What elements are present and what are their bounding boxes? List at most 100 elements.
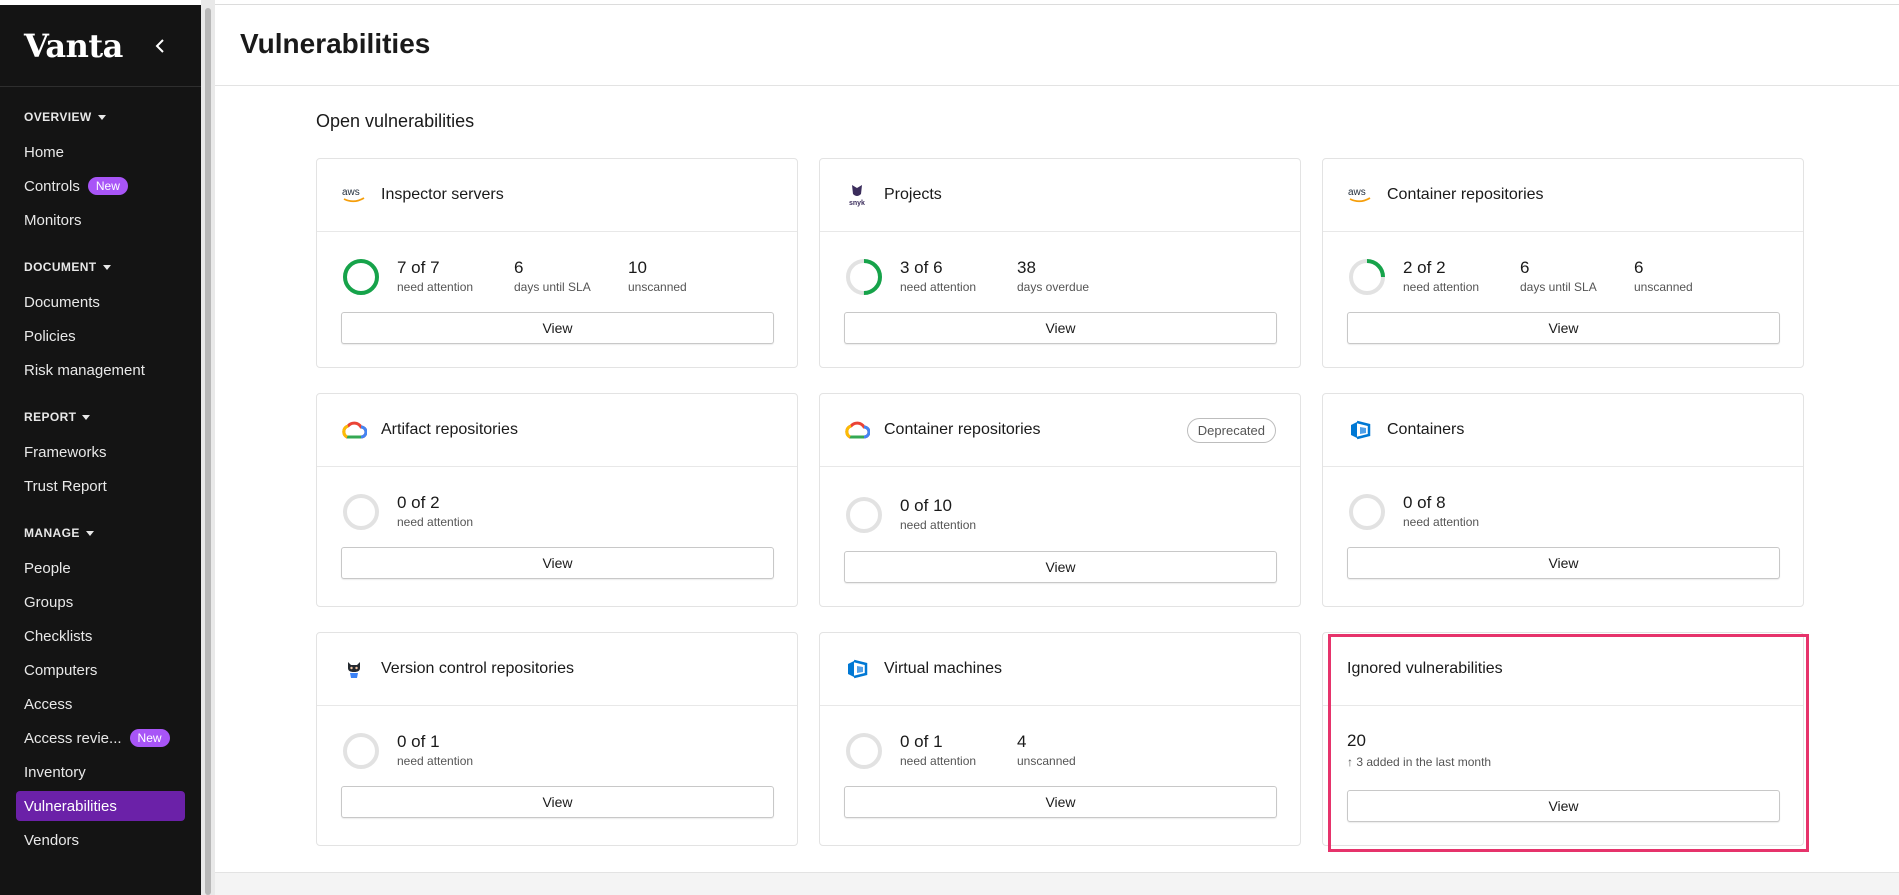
card-title: Containers: [1387, 421, 1465, 438]
sidebar: Vanta OVERVIEW Home Controls New Monitors…: [0, 5, 201, 895]
sidebar-item-monitors[interactable]: Monitors: [16, 205, 185, 235]
view-button[interactable]: View: [341, 786, 774, 818]
stat-label: need attention: [1403, 280, 1480, 294]
sidebar-item-documents[interactable]: Documents: [16, 287, 185, 317]
view-button[interactable]: View: [844, 312, 1277, 344]
stat-label: need attention: [900, 754, 977, 768]
stat-label: days until SLA: [1520, 280, 1597, 294]
sidebar-item-label: Computers: [24, 661, 98, 679]
section-manage[interactable]: MANAGE: [24, 526, 94, 540]
new-badge: New: [129, 729, 170, 747]
view-button[interactable]: View: [341, 547, 774, 579]
card-title: Container repositories: [1387, 186, 1544, 203]
sidebar-item-label: Groups: [24, 593, 74, 611]
sidebar-item-home[interactable]: Home: [16, 137, 185, 167]
stat-trend: ↑ 3 added in the last month: [1347, 755, 1491, 769]
view-button[interactable]: View: [844, 786, 1277, 818]
card-gcp-container-repositories: Container repositories Deprecated 0 of 1…: [819, 393, 1301, 607]
sidebar-item-label: Risk management: [24, 361, 145, 379]
card-header: Version control repositories: [317, 633, 797, 706]
card-ignored-vulnerabilities: Ignored vulnerabilities 20 ↑ 3 added in …: [1322, 632, 1804, 846]
sidebar-item-people[interactable]: People: [16, 553, 185, 583]
aws-logo-icon: aws: [341, 182, 367, 208]
vanta-logo[interactable]: Vanta: [24, 27, 123, 65]
view-button[interactable]: View: [1347, 547, 1780, 579]
card-title: Inspector servers: [381, 186, 504, 203]
stat-value: 0 of 10: [900, 496, 952, 515]
section-overview[interactable]: OVERVIEW: [24, 110, 106, 124]
azure-logo-icon: [1347, 417, 1373, 443]
sidebar-divider: [0, 86, 201, 87]
sidebar-item-frameworks[interactable]: Frameworks: [16, 437, 185, 467]
view-button[interactable]: View: [1347, 790, 1780, 822]
card-header: aws Inspector servers: [317, 159, 797, 232]
ring-progress: [343, 259, 379, 295]
stat-label: days overdue: [1017, 280, 1090, 294]
view-button[interactable]: View: [844, 551, 1277, 583]
attention-stat: 0 of 2 need attention: [397, 493, 473, 529]
card-title: Ignored vulnerabilities: [1347, 660, 1503, 677]
stat-value: 10: [628, 258, 647, 277]
stat-value: 20: [1347, 731, 1366, 750]
sidebar-item-label: Checklists: [24, 627, 93, 645]
unscanned-stat: 4 unscanned: [1017, 732, 1076, 768]
card-aws-container-repositories: aws Container repositories 2 of 2 need at…: [1322, 158, 1804, 368]
stat-label: need attention: [900, 518, 977, 532]
stat-label: need attention: [397, 280, 474, 294]
stat-label: need attention: [1403, 515, 1480, 529]
ring-track: [343, 494, 379, 530]
sidebar-item-access-reviews[interactable]: Access revie... New: [16, 723, 185, 753]
attention-ring: [343, 494, 379, 530]
caret-down-icon: [97, 114, 106, 120]
sidebar-scrollbar-thumb[interactable]: [205, 8, 211, 895]
sidebar-item-vulnerabilities[interactable]: Vulnerabilities: [16, 791, 185, 821]
section-report[interactable]: REPORT: [24, 410, 91, 424]
stat-value: 6: [1520, 258, 1530, 277]
sidebar-item-label: Controls: [24, 177, 80, 195]
attention-ring: [343, 733, 379, 769]
stat-label: days until SLA: [514, 280, 591, 294]
sidebar-item-checklists[interactable]: Checklists: [16, 621, 185, 651]
sidebar-item-risk-management[interactable]: Risk management: [16, 355, 185, 385]
azure-logo-icon: [844, 656, 870, 682]
section-label: REPORT: [24, 410, 77, 424]
ring-track: [846, 733, 882, 769]
view-button[interactable]: View: [341, 312, 774, 344]
view-button[interactable]: View: [1347, 312, 1780, 344]
new-badge: New: [87, 177, 128, 195]
ring-track: [343, 733, 379, 769]
sidebar-item-groups[interactable]: Groups: [16, 587, 185, 617]
sidebar-item-access[interactable]: Access: [16, 689, 185, 719]
section-document[interactable]: DOCUMENT: [24, 260, 111, 274]
sidebar-item-policies[interactable]: Policies: [16, 321, 185, 351]
deprecated-badge: Deprecated: [1186, 418, 1276, 443]
collapse-sidebar-icon[interactable]: [150, 33, 170, 59]
sidebar-item-label: Policies: [24, 327, 76, 345]
stat-value: 3 of 6: [900, 258, 943, 277]
attention-stat: 2 of 2 need attention: [1403, 258, 1479, 294]
ring-track: [1349, 494, 1385, 530]
attention-ring: [846, 259, 882, 295]
overdue-stat: 38 days overdue: [1017, 258, 1089, 294]
section-label: OVERVIEW: [24, 110, 92, 124]
footer-strip: [215, 872, 1899, 895]
sidebar-item-inventory[interactable]: Inventory: [16, 757, 185, 787]
sidebar-item-vendors[interactable]: Vendors: [16, 825, 185, 855]
card-header: aws Container repositories: [1323, 159, 1803, 232]
stat-value: 0 of 2: [397, 493, 440, 512]
attention-stat: 0 of 8 need attention: [1403, 493, 1479, 529]
card-header: Container repositories Deprecated: [820, 394, 1300, 467]
card-virtual-machines: Virtual machines 0 of 1 need attention 4 u…: [819, 632, 1301, 846]
card-header: snyk Projects: [820, 159, 1300, 232]
github-logo-icon: [341, 656, 367, 682]
ignored-count-stat: 20 ↑ 3 added in the last month: [1347, 731, 1491, 769]
sidebar-item-controls[interactable]: Controls New: [16, 171, 185, 201]
sidebar-item-computers[interactable]: Computers: [16, 655, 185, 685]
sidebar-item-label: Access: [24, 695, 73, 713]
sidebar-item-label: Monitors: [24, 211, 82, 229]
attention-ring: [343, 259, 379, 295]
attention-ring: [1349, 259, 1385, 295]
stat-value: 4: [1017, 732, 1027, 751]
sidebar-item-trust-report[interactable]: Trust Report: [16, 471, 185, 501]
sidebar-item-label: Vendors: [24, 831, 80, 849]
